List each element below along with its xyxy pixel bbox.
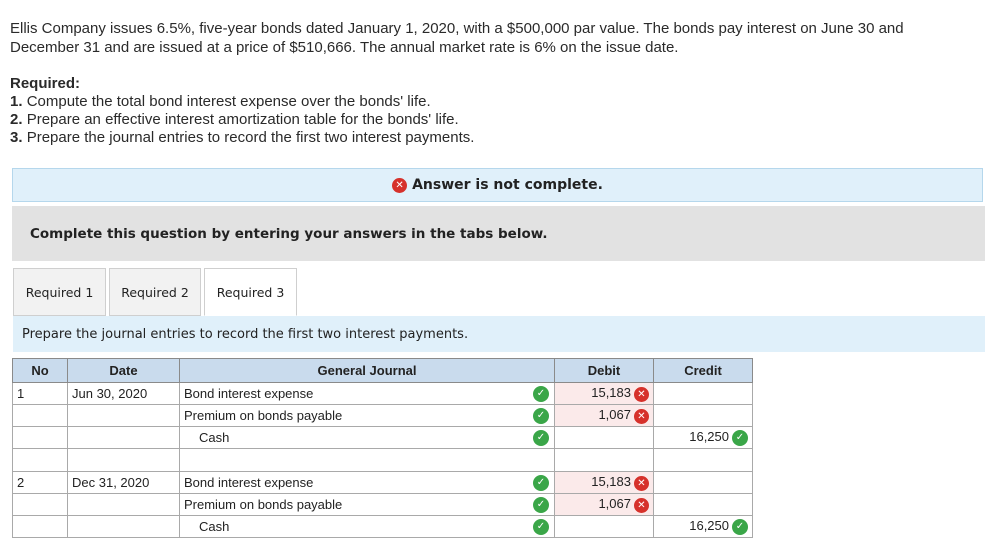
debit-value: 15,183 xyxy=(591,385,631,401)
problem-statement: Ellis Company issues 6.5%, five-year bon… xyxy=(10,19,970,57)
account-cell[interactable]: Premium on bonds payable ✓ xyxy=(179,493,555,516)
date-cell[interactable]: Dec 31, 2020 xyxy=(67,471,180,494)
header-debit: Debit xyxy=(554,358,654,383)
check-circle-icon: ✓ xyxy=(732,518,748,535)
required-item-3: 3. Prepare the journal entries to record… xyxy=(10,129,474,147)
table-row: Cash ✓ 16,250 ✓ xyxy=(12,426,753,449)
table-row-blank xyxy=(12,448,753,472)
date-cell xyxy=(67,515,180,538)
blank-cell xyxy=(554,448,654,472)
table-row: Cash ✓ 16,250 ✓ xyxy=(12,515,753,538)
prepare-instruction-text: Prepare the journal entries to record th… xyxy=(22,326,469,342)
check-circle-icon: ✓ xyxy=(533,386,549,402)
table-row: Premium on bonds payable ✓ 1,067 ✕ xyxy=(12,404,753,427)
entry-number xyxy=(12,426,68,449)
credit-value: 16,250 xyxy=(689,429,729,445)
x-circle-icon: ✕ xyxy=(392,177,408,193)
check-circle-icon: ✓ xyxy=(533,475,549,491)
credit-cell[interactable] xyxy=(653,382,753,405)
account-cell[interactable]: Bond interest expense ✓ xyxy=(179,382,555,405)
tab-required-3[interactable]: Required 3 xyxy=(204,268,297,316)
check-circle-icon: ✓ xyxy=(533,497,549,513)
table-row: Premium on bonds payable ✓ 1,067 ✕ xyxy=(12,493,753,516)
x-circle-icon: ✕ xyxy=(634,475,649,491)
journal-header-row: No Date General Journal Debit Credit xyxy=(12,358,753,383)
credit-value: 16,250 xyxy=(689,518,729,534)
answer-status-banner: ✕ Answer is not complete. xyxy=(12,168,983,202)
header-general-journal: General Journal xyxy=(179,358,555,383)
blank-cell xyxy=(653,448,753,472)
x-circle-icon: ✕ xyxy=(634,408,649,424)
required-item-number: 2. xyxy=(10,111,23,128)
blank-cell xyxy=(67,448,180,472)
required-list: Required: 1. Compute the total bond inte… xyxy=(10,75,474,147)
credit-cell[interactable]: 16,250 ✓ xyxy=(653,426,753,449)
problem-text: Ellis Company issues 6.5%, five-year bon… xyxy=(10,20,904,56)
tab-required-1[interactable]: Required 1 xyxy=(13,268,106,316)
instruction-panel: Complete this question by entering your … xyxy=(12,206,985,261)
account-name: Bond interest expense xyxy=(184,386,314,401)
date-cell xyxy=(67,426,180,449)
required-item-text: Compute the total bond interest expense … xyxy=(26,93,431,110)
debit-cell[interactable] xyxy=(554,515,654,538)
debit-value: 15,183 xyxy=(591,474,631,490)
debit-cell[interactable]: 1,067 ✕ xyxy=(554,493,654,516)
instruction-text: Complete this question by entering your … xyxy=(30,225,548,242)
entry-number xyxy=(12,493,68,516)
x-circle-icon: ✕ xyxy=(634,386,649,402)
table-row: 2 Dec 31, 2020 Bond interest expense ✓ 15… xyxy=(12,471,753,494)
required-item-2: 2. Prepare an effective interest amortiz… xyxy=(10,111,474,129)
debit-cell[interactable] xyxy=(554,426,654,449)
account-name: Cash xyxy=(199,430,230,445)
required-title: Required: xyxy=(10,75,81,92)
header-credit: Credit xyxy=(653,358,753,383)
account-name: Premium on bonds payable xyxy=(184,408,343,423)
account-cell[interactable]: Cash ✓ xyxy=(179,515,555,538)
required-item-text: Prepare an effective interest amortizati… xyxy=(26,111,459,128)
blank-cell xyxy=(179,448,555,472)
debit-value: 1,067 xyxy=(598,496,631,512)
entry-number xyxy=(12,404,68,427)
required-item-1: 1. Compute the total bond interest expen… xyxy=(10,93,474,111)
date-cell xyxy=(67,493,180,516)
debit-cell[interactable]: 15,183 ✕ xyxy=(554,471,654,494)
account-name: Bond interest expense xyxy=(184,475,314,490)
account-cell[interactable]: Premium on bonds payable ✓ xyxy=(179,404,555,427)
debit-cell[interactable]: 1,067 ✕ xyxy=(554,404,654,427)
header-date: Date xyxy=(67,358,180,383)
tab-required-2[interactable]: Required 2 xyxy=(109,268,201,316)
account-cell[interactable]: Cash ✓ xyxy=(179,426,555,449)
general-journal-table: No Date General Journal Debit Credit 1 J… xyxy=(12,358,753,538)
check-circle-icon: ✓ xyxy=(533,430,549,446)
credit-cell[interactable] xyxy=(653,471,753,494)
debit-value: 1,067 xyxy=(598,407,631,423)
entry-number: 1 xyxy=(12,382,68,405)
account-cell[interactable]: Bond interest expense ✓ xyxy=(179,471,555,494)
date-cell[interactable]: Jun 30, 2020 xyxy=(67,382,180,405)
credit-cell[interactable] xyxy=(653,404,753,427)
credit-cell[interactable] xyxy=(653,493,753,516)
entry-number xyxy=(12,515,68,538)
credit-cell[interactable]: 16,250 ✓ xyxy=(653,515,753,538)
check-circle-icon: ✓ xyxy=(732,429,748,446)
entry-number: 2 xyxy=(12,471,68,494)
check-circle-icon: ✓ xyxy=(533,519,549,535)
account-name: Cash xyxy=(199,519,230,534)
check-circle-icon: ✓ xyxy=(533,408,549,424)
required-item-number: 1. xyxy=(10,93,23,110)
debit-cell[interactable]: 15,183 ✕ xyxy=(554,382,654,405)
account-name: Premium on bonds payable xyxy=(184,497,343,512)
required-tabs: Required 1 Required 2 Required 3 xyxy=(13,268,300,316)
date-cell xyxy=(67,404,180,427)
answer-status-text: Answer is not complete. xyxy=(412,177,603,193)
prepare-instruction-bar: Prepare the journal entries to record th… xyxy=(13,316,985,352)
required-item-number: 3. xyxy=(10,129,23,146)
blank-cell xyxy=(12,448,68,472)
x-circle-icon: ✕ xyxy=(634,497,649,513)
required-item-text: Prepare the journal entries to record th… xyxy=(26,129,475,146)
table-row: 1 Jun 30, 2020 Bond interest expense ✓ 15… xyxy=(12,382,753,405)
header-no: No xyxy=(12,358,68,383)
